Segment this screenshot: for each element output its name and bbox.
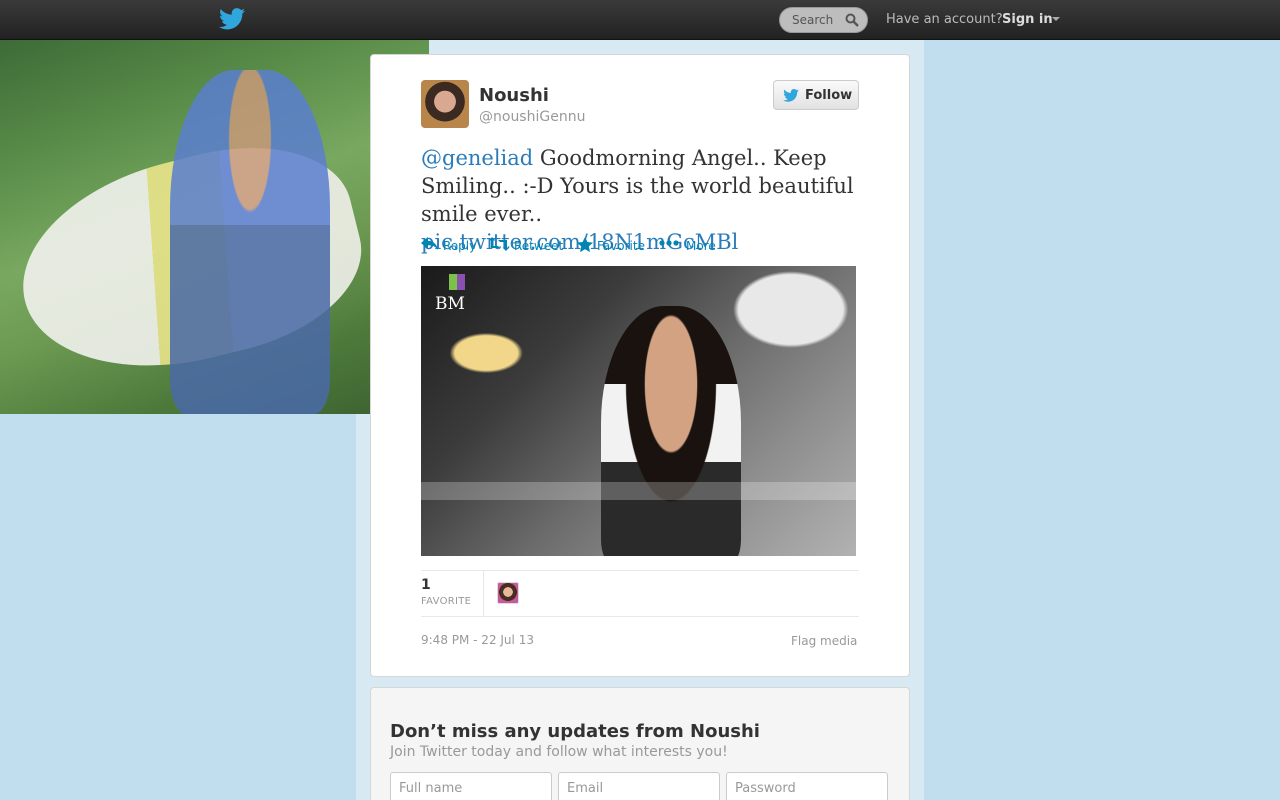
password-field[interactable] — [726, 772, 888, 800]
star-icon — [577, 237, 593, 252]
tweet-card: Noushi @noushiGennu Follow @geneliad Goo… — [370, 54, 910, 677]
account-prompt: Have an account? — [886, 12, 1003, 27]
fullname-field[interactable] — [390, 772, 552, 800]
author-name[interactable]: Noushi — [479, 85, 549, 106]
signup-title: Don’t miss any updates from Noushi — [390, 721, 760, 742]
tweet-timestamp[interactable]: 9:48 PM - 22 Jul 13 — [421, 633, 534, 647]
signup-subtitle: Join Twitter today and follow what inter… — [390, 744, 728, 760]
flag-media-link[interactable]: Flag media — [791, 634, 857, 648]
avatar[interactable] — [421, 80, 469, 128]
mention-link[interactable]: @geneliad — [421, 146, 533, 170]
logo-mark — [449, 274, 465, 290]
signin-button[interactable]: Sign in — [1002, 12, 1053, 27]
profile-background-image — [0, 40, 429, 414]
reply-icon — [421, 237, 438, 251]
follow-label: Follow — [805, 88, 853, 103]
photo-logo-text: BM — [435, 294, 465, 314]
twitter-bird-icon[interactable] — [219, 8, 245, 30]
favorite-count-label: FAVORITE — [421, 596, 472, 607]
more-label: More — [686, 239, 716, 253]
author-handle[interactable]: @noushiGennu — [479, 109, 585, 125]
favoriter-avatar[interactable] — [497, 582, 519, 604]
favorite-label: Favorite — [597, 239, 645, 253]
favorite-count[interactable]: 1 — [421, 577, 431, 593]
divider — [421, 570, 859, 571]
twitter-bird-icon — [783, 89, 799, 102]
divider — [421, 616, 859, 617]
photo-logo: BM — [435, 274, 475, 320]
reply-label: Reply — [443, 239, 477, 253]
divider — [483, 571, 484, 616]
search-input[interactable]: Search — [779, 7, 868, 33]
follow-button[interactable]: Follow — [773, 80, 859, 110]
retweet-label: Retweet — [514, 239, 564, 253]
photo-watermark — [421, 482, 856, 500]
retweet-icon — [489, 237, 509, 251]
more-dots-icon — [659, 240, 679, 246]
signup-card: Don’t miss any updates from Noushi Join … — [370, 687, 910, 800]
chevron-down-icon[interactable] — [1052, 17, 1060, 21]
search-placeholder: Search — [792, 13, 834, 27]
top-navigation-bar: Search Have an account? Sign in — [0, 0, 1280, 40]
search-icon[interactable] — [845, 13, 859, 27]
email-field[interactable] — [558, 772, 720, 800]
tweet-media-image[interactable]: BM — [421, 266, 856, 556]
photo-subject — [601, 306, 741, 556]
background-photo-figure — [170, 70, 330, 414]
